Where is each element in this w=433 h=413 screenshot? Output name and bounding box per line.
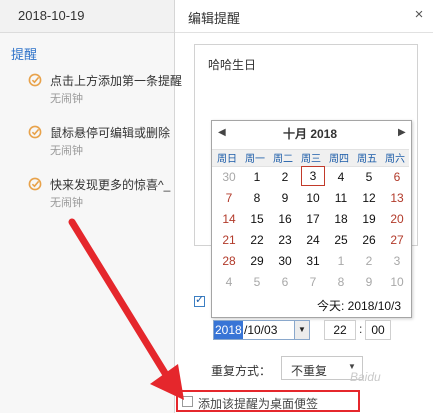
annotation-arrow-icon — [68, 218, 184, 400]
